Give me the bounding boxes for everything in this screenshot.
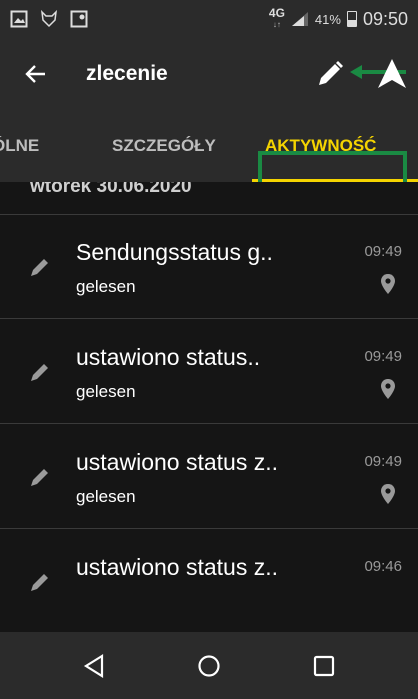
item-time: 09:49 — [364, 453, 402, 470]
gallery-icon — [10, 10, 28, 28]
pencil-icon — [31, 469, 48, 486]
item-subtitle: gelesen — [76, 277, 136, 296]
item-title: ustawiono status z.. — [76, 554, 278, 580]
activity-list: wtorek 30.06.2020 Sendungsstatus g.. gel… — [0, 182, 418, 632]
location-pin-icon[interactable] — [380, 273, 396, 295]
back-button[interactable] — [0, 38, 72, 110]
item-title: ustawiono status z.. — [76, 449, 278, 475]
item-time: 09:49 — [364, 348, 402, 365]
status-indicators: 4G ↓↑ 41% 09:50 — [268, 6, 408, 30]
pencil-icon — [31, 574, 48, 591]
pencil-icon — [31, 259, 48, 276]
system-recents-button[interactable] — [294, 636, 354, 696]
system-home-button[interactable] — [179, 636, 239, 696]
list-item[interactable]: ustawiono status z.. gelesen 09:49 — [0, 425, 418, 529]
circle-home-icon — [198, 654, 220, 677]
location-pin-icon[interactable] — [380, 378, 396, 400]
item-time: 09:46 — [364, 558, 402, 575]
item-title: ustawiono status.. — [76, 344, 261, 370]
list-item[interactable]: ustawiono status z.. 09:46 — [0, 530, 418, 632]
edit-button[interactable] — [308, 52, 352, 96]
item-subtitle: gelesen — [76, 487, 136, 506]
list-item[interactable]: ustawiono status.. gelesen 09:49 — [0, 320, 418, 424]
signal-icon — [291, 12, 308, 26]
clock: 09:50 — [362, 8, 408, 29]
square-recents-icon — [314, 655, 335, 676]
battery-icon — [346, 11, 357, 27]
tab-general[interactable]: ÓLNE — [0, 110, 39, 182]
item-subtitle: gelesen — [76, 382, 136, 401]
network-indicator: 4G ↓↑ — [268, 6, 285, 29]
notification-icons — [10, 10, 88, 28]
pencil-icon — [319, 61, 343, 85]
status-bar: 4G ↓↑ 41% 09:50 — [0, 0, 418, 38]
pencil-icon — [31, 364, 48, 381]
location-pin-icon[interactable] — [380, 483, 396, 505]
tab-details[interactable]: SZCZEGÓŁY — [112, 110, 216, 182]
triangle-back-icon — [83, 653, 103, 678]
fox-app-icon — [40, 10, 58, 28]
navigation-icon — [378, 59, 406, 88]
page-title: zlecenie — [86, 62, 168, 85]
back-arrow-icon — [25, 65, 45, 83]
maps-icon — [70, 10, 88, 28]
item-time: 09:49 — [364, 243, 402, 260]
navigation-button[interactable] — [370, 52, 414, 96]
system-back-button[interactable] — [64, 636, 124, 696]
app-bar: zlecenie — [0, 38, 418, 110]
date-header: wtorek 30.06.2020 — [30, 182, 192, 197]
battery-percent: 41% — [314, 11, 341, 27]
list-item[interactable]: Sendungsstatus g.. gelesen 09:49 — [0, 215, 418, 319]
item-title: Sendungsstatus g.. — [76, 239, 273, 265]
system-nav-bar — [0, 632, 418, 699]
